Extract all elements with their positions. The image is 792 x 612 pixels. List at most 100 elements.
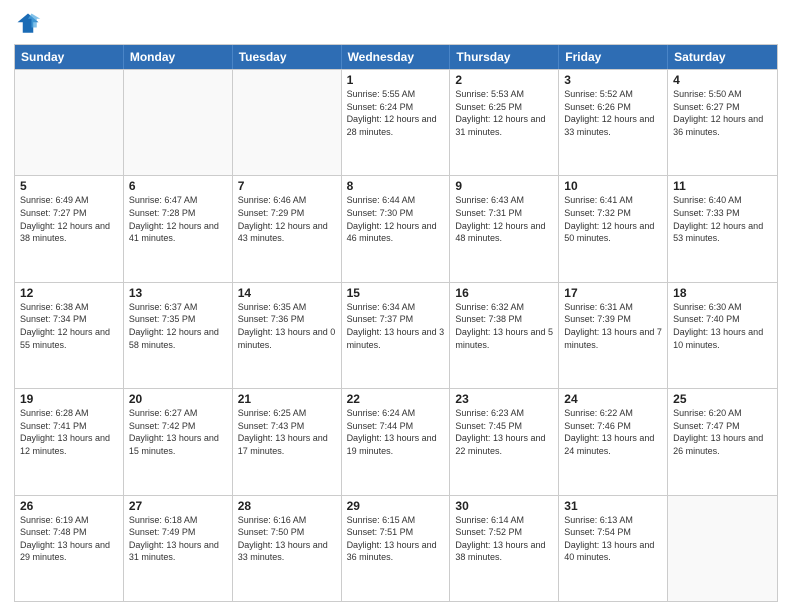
day-number: 15 — [347, 286, 445, 300]
cell-info: Sunrise: 6:14 AMSunset: 7:52 PMDaylight:… — [455, 514, 553, 564]
day-number: 9 — [455, 179, 553, 193]
cell-info: Sunrise: 6:35 AMSunset: 7:36 PMDaylight:… — [238, 301, 336, 351]
calendar: SundayMondayTuesdayWednesdayThursdayFrid… — [14, 44, 778, 602]
cell-info: Sunrise: 6:47 AMSunset: 7:28 PMDaylight:… — [129, 194, 227, 244]
cal-cell — [668, 496, 777, 601]
cell-info: Sunrise: 6:27 AMSunset: 7:42 PMDaylight:… — [129, 407, 227, 457]
day-number: 1 — [347, 73, 445, 87]
day-number: 29 — [347, 499, 445, 513]
cal-cell — [15, 70, 124, 175]
cal-row-1: 5Sunrise: 6:49 AMSunset: 7:27 PMDaylight… — [15, 175, 777, 281]
cell-info: Sunrise: 6:22 AMSunset: 7:46 PMDaylight:… — [564, 407, 662, 457]
cal-cell: 28Sunrise: 6:16 AMSunset: 7:50 PMDayligh… — [233, 496, 342, 601]
cell-info: Sunrise: 6:13 AMSunset: 7:54 PMDaylight:… — [564, 514, 662, 564]
cal-cell — [124, 70, 233, 175]
day-number: 31 — [564, 499, 662, 513]
day-number: 26 — [20, 499, 118, 513]
cal-cell: 27Sunrise: 6:18 AMSunset: 7:49 PMDayligh… — [124, 496, 233, 601]
cell-info: Sunrise: 6:19 AMSunset: 7:48 PMDaylight:… — [20, 514, 118, 564]
day-number: 24 — [564, 392, 662, 406]
day-number: 3 — [564, 73, 662, 87]
cal-cell: 19Sunrise: 6:28 AMSunset: 7:41 PMDayligh… — [15, 389, 124, 494]
day-number: 7 — [238, 179, 336, 193]
cell-info: Sunrise: 6:23 AMSunset: 7:45 PMDaylight:… — [455, 407, 553, 457]
calendar-header-row: SundayMondayTuesdayWednesdayThursdayFrid… — [15, 45, 777, 69]
cal-row-0: 1Sunrise: 5:55 AMSunset: 6:24 PMDaylight… — [15, 69, 777, 175]
cell-info: Sunrise: 6:31 AMSunset: 7:39 PMDaylight:… — [564, 301, 662, 351]
cell-info: Sunrise: 5:52 AMSunset: 6:26 PMDaylight:… — [564, 88, 662, 138]
cal-cell: 24Sunrise: 6:22 AMSunset: 7:46 PMDayligh… — [559, 389, 668, 494]
cell-info: Sunrise: 5:55 AMSunset: 6:24 PMDaylight:… — [347, 88, 445, 138]
day-number: 27 — [129, 499, 227, 513]
day-number: 17 — [564, 286, 662, 300]
cell-info: Sunrise: 6:30 AMSunset: 7:40 PMDaylight:… — [673, 301, 772, 351]
cal-cell: 23Sunrise: 6:23 AMSunset: 7:45 PMDayligh… — [450, 389, 559, 494]
cal-header-cell-friday: Friday — [559, 45, 668, 69]
cell-info: Sunrise: 6:32 AMSunset: 7:38 PMDaylight:… — [455, 301, 553, 351]
cal-header-cell-monday: Monday — [124, 45, 233, 69]
cal-cell: 8Sunrise: 6:44 AMSunset: 7:30 PMDaylight… — [342, 176, 451, 281]
day-number: 18 — [673, 286, 772, 300]
cal-cell: 26Sunrise: 6:19 AMSunset: 7:48 PMDayligh… — [15, 496, 124, 601]
day-number: 8 — [347, 179, 445, 193]
cal-cell: 3Sunrise: 5:52 AMSunset: 6:26 PMDaylight… — [559, 70, 668, 175]
calendar-body: 1Sunrise: 5:55 AMSunset: 6:24 PMDaylight… — [15, 69, 777, 601]
day-number: 11 — [673, 179, 772, 193]
day-number: 20 — [129, 392, 227, 406]
day-number: 5 — [20, 179, 118, 193]
day-number: 16 — [455, 286, 553, 300]
day-number: 23 — [455, 392, 553, 406]
cell-info: Sunrise: 6:46 AMSunset: 7:29 PMDaylight:… — [238, 194, 336, 244]
cell-info: Sunrise: 6:16 AMSunset: 7:50 PMDaylight:… — [238, 514, 336, 564]
cal-cell: 10Sunrise: 6:41 AMSunset: 7:32 PMDayligh… — [559, 176, 668, 281]
cal-cell: 5Sunrise: 6:49 AMSunset: 7:27 PMDaylight… — [15, 176, 124, 281]
cell-info: Sunrise: 6:37 AMSunset: 7:35 PMDaylight:… — [129, 301, 227, 351]
cal-cell: 14Sunrise: 6:35 AMSunset: 7:36 PMDayligh… — [233, 283, 342, 388]
cal-header-cell-tuesday: Tuesday — [233, 45, 342, 69]
cal-cell: 22Sunrise: 6:24 AMSunset: 7:44 PMDayligh… — [342, 389, 451, 494]
day-number: 10 — [564, 179, 662, 193]
cell-info: Sunrise: 5:53 AMSunset: 6:25 PMDaylight:… — [455, 88, 553, 138]
cal-cell: 2Sunrise: 5:53 AMSunset: 6:25 PMDaylight… — [450, 70, 559, 175]
day-number: 21 — [238, 392, 336, 406]
cal-cell — [233, 70, 342, 175]
cal-cell: 6Sunrise: 6:47 AMSunset: 7:28 PMDaylight… — [124, 176, 233, 281]
day-number: 19 — [20, 392, 118, 406]
cal-cell: 1Sunrise: 5:55 AMSunset: 6:24 PMDaylight… — [342, 70, 451, 175]
cal-cell: 12Sunrise: 6:38 AMSunset: 7:34 PMDayligh… — [15, 283, 124, 388]
cal-cell: 18Sunrise: 6:30 AMSunset: 7:40 PMDayligh… — [668, 283, 777, 388]
day-number: 28 — [238, 499, 336, 513]
page: SundayMondayTuesdayWednesdayThursdayFrid… — [0, 0, 792, 612]
day-number: 25 — [673, 392, 772, 406]
cal-row-4: 26Sunrise: 6:19 AMSunset: 7:48 PMDayligh… — [15, 495, 777, 601]
cal-cell: 13Sunrise: 6:37 AMSunset: 7:35 PMDayligh… — [124, 283, 233, 388]
cell-info: Sunrise: 6:28 AMSunset: 7:41 PMDaylight:… — [20, 407, 118, 457]
cell-info: Sunrise: 6:49 AMSunset: 7:27 PMDaylight:… — [20, 194, 118, 244]
cal-cell: 16Sunrise: 6:32 AMSunset: 7:38 PMDayligh… — [450, 283, 559, 388]
cell-info: Sunrise: 6:38 AMSunset: 7:34 PMDaylight:… — [20, 301, 118, 351]
cal-cell: 31Sunrise: 6:13 AMSunset: 7:54 PMDayligh… — [559, 496, 668, 601]
cell-info: Sunrise: 6:18 AMSunset: 7:49 PMDaylight:… — [129, 514, 227, 564]
cal-cell: 21Sunrise: 6:25 AMSunset: 7:43 PMDayligh… — [233, 389, 342, 494]
cal-cell: 15Sunrise: 6:34 AMSunset: 7:37 PMDayligh… — [342, 283, 451, 388]
header — [14, 10, 778, 38]
cal-cell: 20Sunrise: 6:27 AMSunset: 7:42 PMDayligh… — [124, 389, 233, 494]
logo-icon — [14, 10, 42, 38]
cal-cell: 25Sunrise: 6:20 AMSunset: 7:47 PMDayligh… — [668, 389, 777, 494]
day-number: 14 — [238, 286, 336, 300]
cal-cell: 17Sunrise: 6:31 AMSunset: 7:39 PMDayligh… — [559, 283, 668, 388]
logo — [14, 10, 46, 38]
day-number: 4 — [673, 73, 772, 87]
day-number: 13 — [129, 286, 227, 300]
cell-info: Sunrise: 6:40 AMSunset: 7:33 PMDaylight:… — [673, 194, 772, 244]
cal-row-2: 12Sunrise: 6:38 AMSunset: 7:34 PMDayligh… — [15, 282, 777, 388]
cell-info: Sunrise: 6:20 AMSunset: 7:47 PMDaylight:… — [673, 407, 772, 457]
cell-info: Sunrise: 6:25 AMSunset: 7:43 PMDaylight:… — [238, 407, 336, 457]
day-number: 12 — [20, 286, 118, 300]
cal-cell: 9Sunrise: 6:43 AMSunset: 7:31 PMDaylight… — [450, 176, 559, 281]
cal-header-cell-sunday: Sunday — [15, 45, 124, 69]
cell-info: Sunrise: 6:15 AMSunset: 7:51 PMDaylight:… — [347, 514, 445, 564]
cal-header-cell-thursday: Thursday — [450, 45, 559, 69]
cal-header-cell-wednesday: Wednesday — [342, 45, 451, 69]
cal-cell: 29Sunrise: 6:15 AMSunset: 7:51 PMDayligh… — [342, 496, 451, 601]
